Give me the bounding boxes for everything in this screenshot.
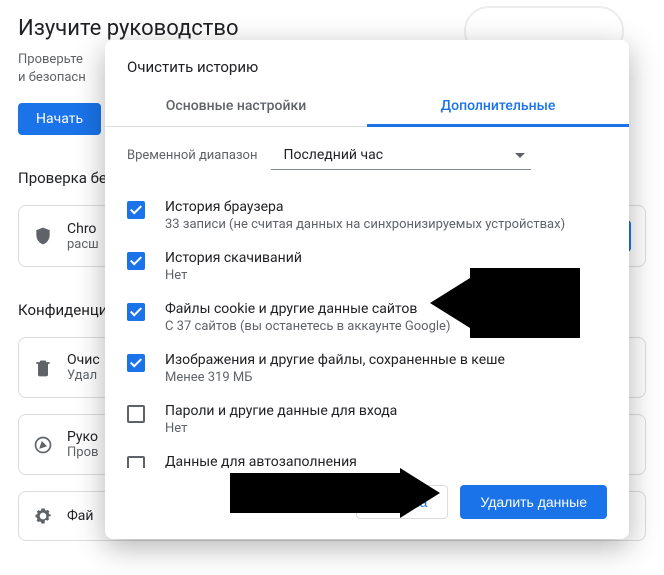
file-card-title: Фай bbox=[67, 508, 94, 524]
chevron-down-icon bbox=[515, 153, 525, 158]
checkbox[interactable] bbox=[127, 252, 145, 270]
dialog-footer: Отмена Удалить данные bbox=[105, 468, 629, 539]
gear-icon bbox=[33, 506, 53, 526]
guide-card-title: Руко bbox=[67, 429, 98, 445]
data-type-row: История скачиваний Нет bbox=[127, 241, 613, 292]
data-type-row: Данные для автозаполнения bbox=[127, 445, 613, 468]
start-button[interactable]: Начать bbox=[18, 103, 101, 135]
data-type-row: Изображения и другие файлы, сохраненные … bbox=[127, 343, 613, 394]
checkbox[interactable] bbox=[127, 456, 145, 468]
checkbox[interactable] bbox=[127, 303, 145, 321]
data-type-row: История браузера 33 записи (не считая дан… bbox=[127, 190, 613, 241]
security-card-title: Chro bbox=[67, 221, 99, 237]
data-type-sub: С 37 сайтов (вы останетесь в аккаунте Go… bbox=[165, 319, 450, 334]
compass-icon bbox=[33, 435, 53, 455]
time-range-label: Временной диапазон bbox=[127, 148, 257, 163]
data-type-title: Изображения и другие файлы, сохраненные … bbox=[165, 352, 505, 368]
guide-card-sub: Пров bbox=[67, 445, 98, 460]
data-type-title: Данные для автозаполнения bbox=[165, 454, 357, 468]
data-type-title: Файлы cookie и другие данные сайтов bbox=[165, 301, 450, 317]
dialog-scroll-area[interactable]: Временной диапазон Последний час История… bbox=[105, 127, 629, 468]
tab-advanced[interactable]: Дополнительные bbox=[367, 88, 629, 126]
dialog-tabs: Основные настройки Дополнительные bbox=[105, 88, 629, 127]
data-type-sub: 33 записи (не считая данных на синхрониз… bbox=[165, 217, 565, 232]
checkbox[interactable] bbox=[127, 354, 145, 372]
dialog-title: Очистить историю bbox=[105, 40, 629, 88]
checkbox[interactable] bbox=[127, 201, 145, 219]
time-range-value: Последний час bbox=[283, 147, 383, 163]
clear-data-button[interactable]: Удалить данные bbox=[460, 485, 607, 519]
data-type-title: История скачиваний bbox=[165, 250, 302, 266]
data-type-title: Пароли и другие данные для входа bbox=[165, 403, 397, 419]
shield-icon bbox=[33, 226, 53, 246]
checkbox[interactable] bbox=[127, 405, 145, 423]
security-card-sub: расш bbox=[67, 237, 99, 252]
trash-icon bbox=[33, 358, 53, 378]
data-type-row: Пароли и другие данные для входа Нет bbox=[127, 394, 613, 445]
clear-card-sub: Удал bbox=[67, 368, 100, 383]
clear-card-title: Очис bbox=[67, 352, 100, 368]
data-type-row: Файлы cookie и другие данные сайтов С 37 … bbox=[127, 292, 613, 343]
data-type-sub: Менее 319 МБ bbox=[165, 370, 505, 385]
data-type-sub: Нет bbox=[165, 421, 397, 436]
data-type-title: История браузера bbox=[165, 199, 565, 215]
cancel-button[interactable]: Отмена bbox=[356, 485, 448, 519]
clear-history-dialog: Очистить историю Основные настройки Допо… bbox=[105, 40, 629, 539]
tab-basic[interactable]: Основные настройки bbox=[105, 88, 367, 126]
time-range-select[interactable]: Последний час bbox=[271, 141, 531, 170]
data-type-sub: Нет bbox=[165, 268, 302, 283]
